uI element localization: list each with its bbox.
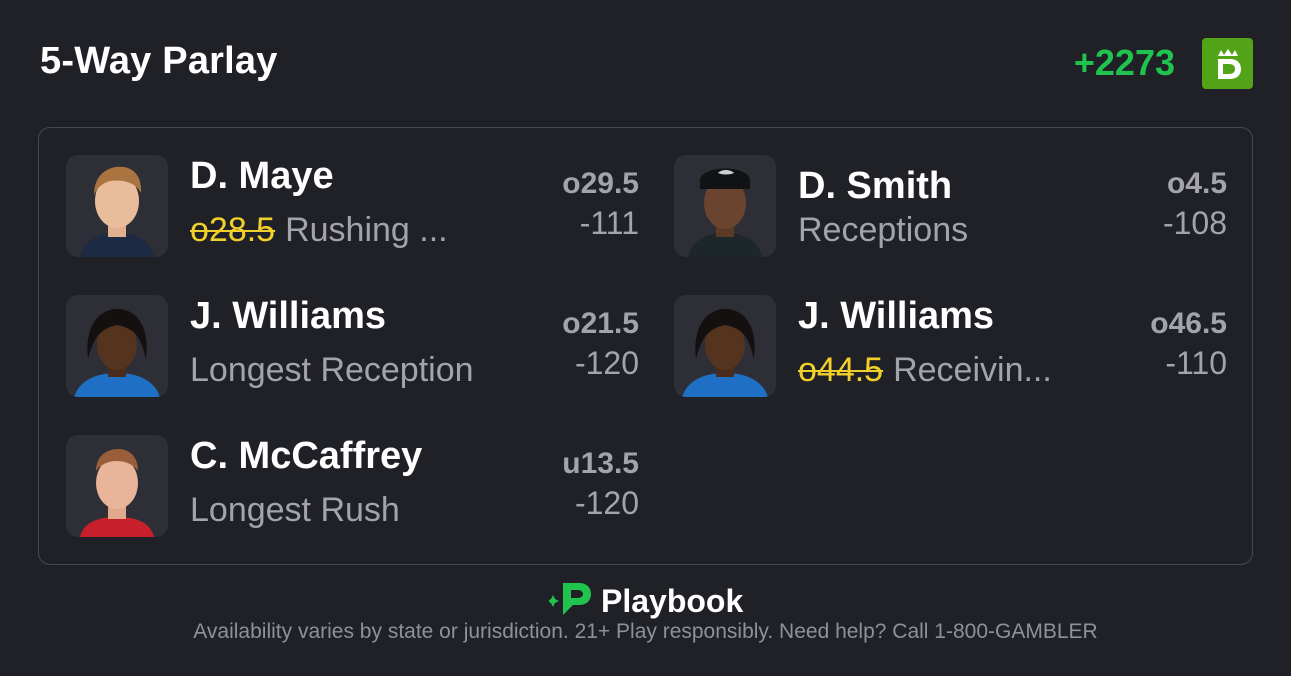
parlay-odds: +2273 (1073, 42, 1175, 83)
line-value: o21.5 (562, 307, 639, 340)
line-value: u13.5 (562, 447, 639, 480)
market-name: Longest Rush (190, 491, 400, 529)
line-value: o29.5 (562, 167, 639, 200)
player-headshot-icon (66, 295, 168, 397)
leg-row[interactable]: J. Williams Longest Reception o21.5 -120 (66, 295, 639, 397)
player-name: D. Maye (190, 155, 334, 197)
player-headshot-icon (66, 155, 168, 257)
parlay-title: 5-Way Parlay (40, 40, 278, 82)
market-label: o44.5 Receivin... (798, 351, 1083, 390)
leg-row[interactable]: D. Maye o28.5 Rushing ... o29.5 -111 (66, 155, 639, 257)
leg-row[interactable]: J. Williams o44.5 Receivin... o46.5 -110 (674, 295, 1227, 397)
player-headshot-icon (674, 295, 776, 397)
price-value: -111 (579, 205, 639, 241)
market-label: o28.5 Rushing ... (190, 211, 480, 250)
player-name: C. McCaffrey (190, 435, 423, 477)
player-headshot-icon (66, 435, 168, 537)
market-label: Longest Rush (190, 491, 490, 530)
leg-row[interactable]: C. McCaffrey Longest Rush u13.5 -120 (66, 435, 639, 537)
playbook-wordmark: Playbook (601, 583, 744, 619)
market-name: Receivin... (893, 351, 1052, 389)
playbook-logo-icon (547, 581, 593, 622)
draftkings-logo-icon[interactable] (1202, 38, 1253, 89)
price-value: -120 (574, 345, 639, 381)
playbook-brand: Playbook (547, 581, 744, 622)
price-value: -120 (574, 485, 639, 521)
market-name: Receptions (798, 211, 969, 249)
price-value: -110 (1165, 345, 1227, 381)
player-name: J. Williams (190, 295, 387, 337)
player-headshot-icon (674, 155, 776, 257)
market-label: Receptions (798, 211, 1098, 250)
line-value: o4.5 (1166, 167, 1227, 200)
market-name: Rushing ... (285, 211, 448, 249)
player-name: D. Smith (798, 165, 953, 207)
price-value: -108 (1162, 205, 1227, 241)
parlay-legs-card: D. Maye o28.5 Rushing ... o29.5 -111 D. S… (38, 127, 1253, 565)
player-name: J. Williams (798, 295, 995, 337)
disclaimer: Availability varies by state or jurisdic… (193, 620, 1098, 643)
market-label: Longest Reception (190, 351, 520, 390)
leg-row[interactable]: D. Smith Receptions o4.5 -108 (674, 155, 1227, 257)
previous-line: o44.5 (798, 351, 884, 389)
line-value: o46.5 (1150, 307, 1227, 340)
market-name: Longest Reception (190, 351, 474, 389)
previous-line: o28.5 (190, 211, 276, 249)
